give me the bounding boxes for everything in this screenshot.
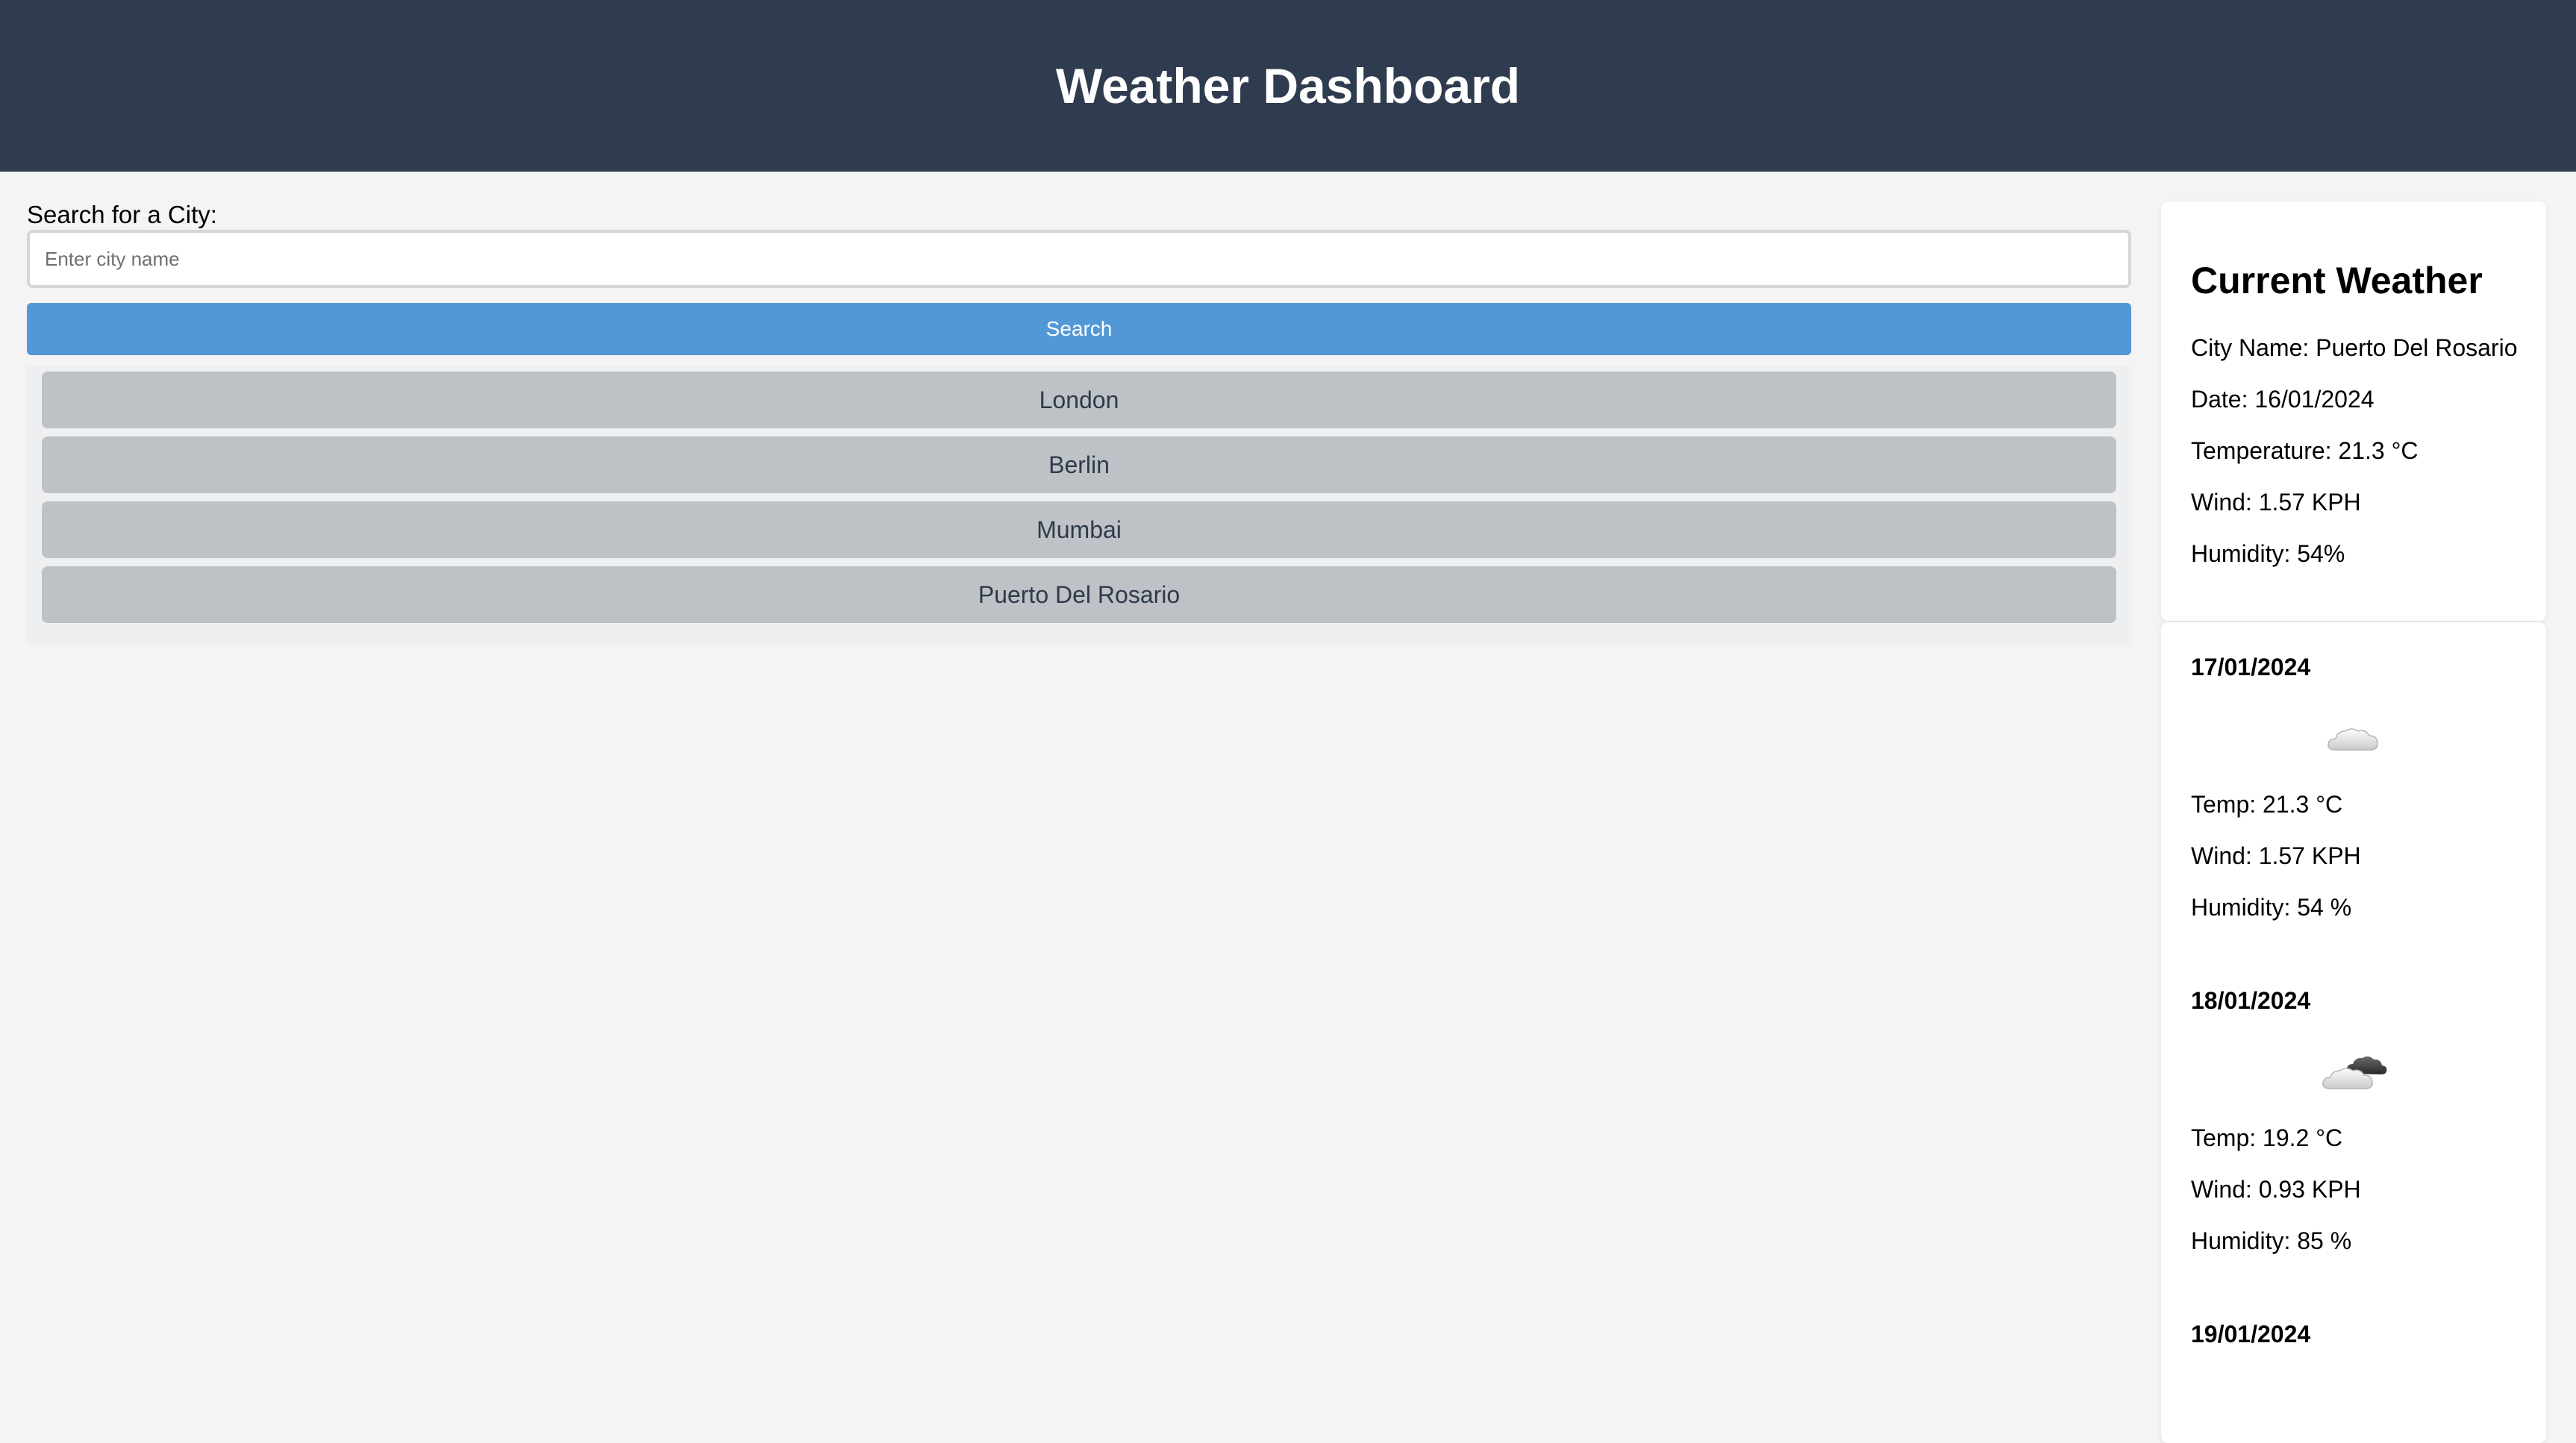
current-weather-card: Current Weather City Name: Puerto Del Ro… bbox=[2161, 201, 2546, 621]
current-date: Date: 16/01/2024 bbox=[2191, 386, 2375, 413]
page-title: Weather Dashboard bbox=[1055, 58, 1521, 113]
page-header: Weather Dashboard bbox=[0, 0, 2576, 172]
forecast-humidity: Humidity: 85 % bbox=[2191, 1227, 2352, 1254]
history-item-london[interactable]: London bbox=[42, 372, 2116, 428]
history-item-puerto-del-rosario[interactable]: Puerto Del Rosario bbox=[42, 566, 2116, 623]
current-city: City Name: Puerto Del Rosario bbox=[2191, 334, 2518, 361]
search-button[interactable]: Search bbox=[27, 303, 2131, 355]
current-temperature: Temperature: 21.3 °C bbox=[2191, 437, 2419, 464]
broken-clouds-icon bbox=[2191, 1030, 2516, 1112]
weather-panel: Current Weather City Name: Puerto Del Ro… bbox=[2161, 201, 2546, 1443]
search-history-list: London Berlin Mumbai Puerto Del Rosario bbox=[27, 366, 2131, 645]
forecast-day: 19/01/2024 bbox=[2191, 1304, 2516, 1364]
forecast-day: 17/01/2024 Temp: 21.3 °C Wind: 1.57 KPH … bbox=[2191, 637, 2516, 933]
search-panel: Search for a City: Search London Berlin … bbox=[27, 200, 2131, 645]
forecast-temp: Temp: 21.3 °C bbox=[2191, 791, 2343, 818]
forecast-wind: Wind: 0.93 KPH bbox=[2191, 1176, 2361, 1203]
city-search-input[interactable] bbox=[27, 230, 2131, 288]
forecast-date: 17/01/2024 bbox=[2191, 654, 2311, 680]
forecast-temp: Temp: 19.2 °C bbox=[2191, 1124, 2343, 1151]
forecast-day: 18/01/2024 Temp: 19.2 °C Wind: 0.93 KPH … bbox=[2191, 971, 2516, 1267]
current-wind: Wind: 1.57 KPH bbox=[2191, 489, 2361, 516]
search-label: Search for a City: bbox=[27, 201, 217, 228]
forecast-humidity: Humidity: 54 % bbox=[2191, 894, 2352, 921]
history-item-berlin[interactable]: Berlin bbox=[42, 436, 2116, 493]
forecast-wind: Wind: 1.57 KPH bbox=[2191, 842, 2361, 869]
current-humidity: Humidity: 54% bbox=[2191, 540, 2345, 567]
cloud-icon bbox=[2191, 697, 2516, 779]
current-weather-title: Current Weather bbox=[2191, 260, 2483, 301]
history-item-mumbai[interactable]: Mumbai bbox=[42, 501, 2116, 558]
forecast-card: 17/01/2024 Temp: 21.3 °C Wind: 1.57 KPH … bbox=[2161, 622, 2546, 1443]
forecast-date: 19/01/2024 bbox=[2191, 1321, 2311, 1347]
forecast-date: 18/01/2024 bbox=[2191, 987, 2311, 1014]
